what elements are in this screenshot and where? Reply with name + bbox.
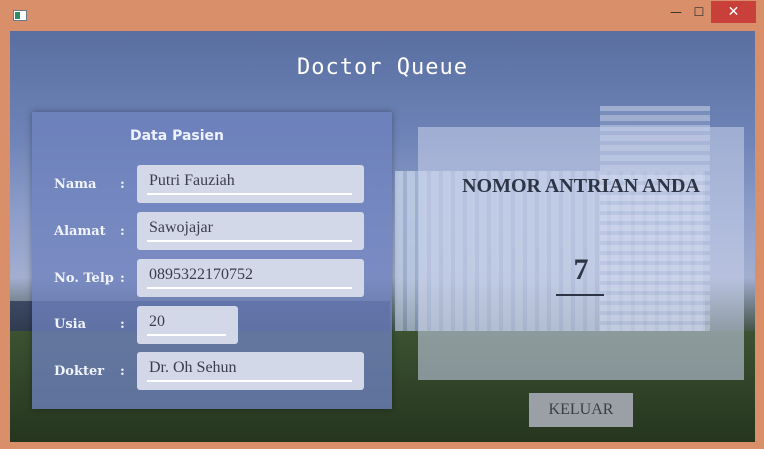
app-window: — ☐ ✕ Doctor Queue Data Pasien Nama : Al…	[0, 0, 764, 449]
age-colon: :	[120, 317, 125, 332]
phone-underline	[147, 287, 352, 289]
address-underline	[147, 240, 352, 242]
name-field[interactable]	[137, 165, 364, 203]
phone-input[interactable]	[137, 259, 364, 297]
queue-number-underline	[556, 294, 604, 296]
close-button[interactable]: ✕	[711, 1, 756, 23]
age-field[interactable]	[137, 306, 238, 344]
minimize-button[interactable]: —	[664, 1, 688, 23]
address-colon: :	[120, 224, 125, 239]
queue-number-panel: NOMOR ANTRIAN ANDA 7	[418, 127, 744, 380]
app-title: Doctor Queue	[297, 55, 468, 80]
doctor-underline	[147, 380, 352, 382]
name-label: Nama	[54, 177, 97, 192]
exit-button[interactable]: KELUAR	[529, 393, 633, 427]
patient-data-heading: Data Pasien	[129, 128, 224, 144]
name-underline	[147, 193, 352, 195]
queue-number-value: 7	[573, 253, 589, 286]
phone-colon: :	[120, 271, 125, 286]
background-photo: Doctor Queue Data Pasien Nama : Alamat :…	[10, 31, 755, 442]
app-icon	[13, 10, 27, 21]
maximize-button[interactable]: ☐	[688, 1, 710, 23]
doctor-colon: :	[120, 364, 125, 379]
age-underline	[147, 334, 226, 336]
address-input[interactable]	[137, 212, 364, 250]
address-field[interactable]	[137, 212, 364, 250]
age-input[interactable]	[137, 306, 238, 344]
queue-number-label: NOMOR ANTRIAN ANDA	[462, 175, 700, 197]
title-bar: — ☐ ✕	[0, 0, 764, 30]
patient-data-panel: Data Pasien Nama : Alamat : No. Telp : U…	[32, 112, 392, 409]
doctor-label: Dokter	[54, 364, 105, 379]
age-label: Usia	[54, 317, 87, 332]
name-colon: :	[120, 177, 125, 192]
name-input[interactable]	[137, 165, 364, 203]
phone-label: No. Telp	[54, 271, 114, 286]
phone-field[interactable]	[137, 259, 364, 297]
address-label: Alamat	[54, 224, 106, 239]
doctor-input[interactable]	[137, 352, 364, 390]
doctor-field[interactable]	[137, 352, 364, 390]
